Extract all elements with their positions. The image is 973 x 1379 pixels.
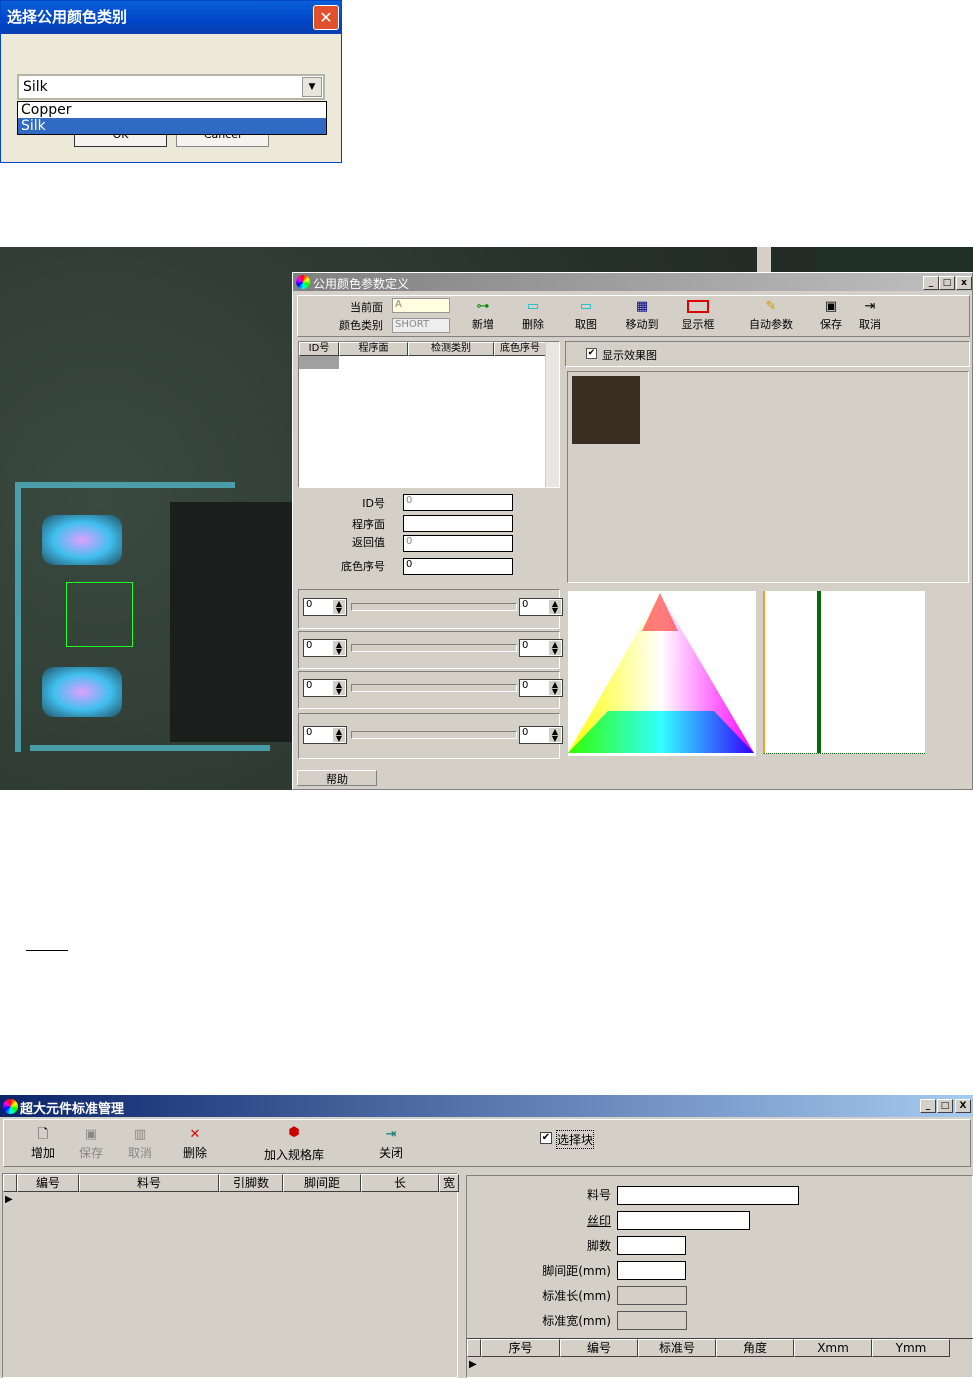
- min-spinner[interactable]: 0 ▲ ▼: [303, 598, 347, 616]
- close-toolbar-button[interactable]: ⇥ 关闭: [372, 1126, 410, 1161]
- max-spinner[interactable]: 0 ▲ ▼: [519, 598, 563, 616]
- dialog-title: 选择公用颜色类别: [1, 1, 341, 34]
- app-icon: [296, 275, 310, 289]
- maximize-button[interactable]: □: [937, 1099, 953, 1113]
- capture-button[interactable]: ▭ 取图: [566, 298, 606, 332]
- toolbar: 当前面 A 颜色类别 SHORT ⊶ 新增 ▭ 删除 ▭ 取图 ▦ 移动到 显示框 ✎ 自…: [297, 295, 970, 337]
- maximize-button[interactable]: □: [939, 276, 955, 290]
- cancel-button[interactable]: ▥ 取消: [121, 1126, 159, 1161]
- close-button[interactable]: x: [956, 276, 972, 290]
- add-button[interactable]: ⊶ 新增: [463, 298, 503, 332]
- pin-count-field[interactable]: [617, 1236, 686, 1255]
- slider-group-1: 0 ▲ ▼ 0 ▲ ▼: [298, 631, 563, 669]
- row-indicator-icon: ▶: [469, 1359, 477, 1370]
- exit-door-icon: ⇥: [385, 1127, 397, 1142]
- min-spinner[interactable]: 0 ▲ ▼: [303, 639, 347, 657]
- move-to-button[interactable]: ▦ 移动到: [620, 298, 664, 332]
- add-button[interactable]: 🗋 增加: [24, 1126, 62, 1161]
- effect-header: ✔ 显示效果图: [565, 341, 970, 367]
- floppy-icon: ▣: [824, 299, 838, 314]
- color-param-dialog: 公用颜色参数定义 _ □ x 当前面 A 颜色类别 SHORT ⊶ 新增 ▭ 删除 …: [292, 272, 973, 790]
- help-button[interactable]: 帮助: [297, 770, 377, 786]
- selection-box[interactable]: [66, 582, 133, 647]
- dropdown-list: Copper Silk: [17, 101, 327, 135]
- slider-group-2: 0 ▲ ▼ 0 ▲ ▼: [298, 671, 563, 709]
- wand-icon: ✎: [765, 299, 777, 314]
- cancel-icon: ▥: [133, 1127, 147, 1142]
- return-value-field[interactable]: 0: [403, 535, 513, 552]
- cancel-button[interactable]: ⇥ 取消: [853, 298, 887, 332]
- dialog-title: 公用颜色参数定义: [293, 273, 972, 291]
- program-side-field[interactable]: [403, 515, 513, 532]
- slider-group-0: 0 ▲ ▼ 0 ▲ ▼: [298, 589, 563, 629]
- slider-group-3: 0 ▲ ▼ 0 ▲ ▼: [298, 713, 563, 759]
- pin-pitch-field[interactable]: [617, 1261, 686, 1280]
- max-spinner[interactable]: 0 ▲ ▼: [519, 679, 563, 697]
- dialog-title: 超大元件标准管理: [0, 1095, 973, 1117]
- minimize-button[interactable]: _: [923, 276, 939, 290]
- id-field[interactable]: 0: [403, 494, 513, 511]
- histogram: [763, 591, 925, 754]
- move-icon: ▦: [635, 299, 649, 314]
- delete-button[interactable]: ▭ 删除: [513, 298, 553, 332]
- position-table: 序号 编号 标准号 角度 Xmm Ymm ▶: [467, 1338, 973, 1379]
- chevron-down-icon[interactable]: ▼: [302, 77, 322, 97]
- frame-icon: [676, 298, 720, 316]
- exit-door-icon: ⇥: [864, 299, 876, 314]
- app-icon: [3, 1099, 18, 1114]
- range-slider[interactable]: [351, 603, 517, 611]
- color-type-combo[interactable]: Silk ▼: [17, 74, 325, 100]
- auto-param-button[interactable]: ✎ 自动参数: [743, 298, 799, 332]
- range-slider[interactable]: [351, 684, 517, 692]
- part-number-field[interactable]: [617, 1186, 799, 1205]
- color-triangle[interactable]: [568, 591, 756, 756]
- delete-icon: ✕: [189, 1127, 201, 1142]
- color-type-select[interactable]: SHORT: [392, 318, 450, 333]
- floppy-icon: ▣: [84, 1127, 98, 1142]
- row-indicator-icon: ▶: [5, 1194, 13, 1205]
- new-file-icon: 🗋: [37, 1127, 49, 1142]
- option-copper[interactable]: Copper: [18, 102, 326, 118]
- save-button[interactable]: ▣ 保存: [72, 1126, 110, 1161]
- range-slider[interactable]: [351, 644, 517, 652]
- range-slider[interactable]: [351, 731, 517, 739]
- effect-preview: [567, 371, 969, 583]
- select-block-checkbox[interactable]: ✔: [540, 1132, 552, 1144]
- delete-button[interactable]: ✕ 删除: [176, 1126, 214, 1161]
- scrollbar[interactable]: [545, 342, 559, 487]
- divider: [26, 950, 68, 951]
- max-spinner[interactable]: 0 ▲ ▼: [519, 726, 563, 744]
- close-button[interactable]: ✕: [313, 5, 339, 30]
- color-table: ID号 程序面 检测类别 底色序号: [298, 341, 560, 488]
- close-button[interactable]: X: [955, 1099, 971, 1113]
- min-spinner[interactable]: 0 ▲ ▼: [303, 726, 347, 744]
- option-silk[interactable]: Silk: [18, 118, 326, 134]
- capture-icon: ▭: [579, 299, 593, 314]
- bg-index-select[interactable]: 0: [403, 558, 513, 575]
- max-spinner[interactable]: 0 ▲ ▼: [519, 639, 563, 657]
- tree-add-icon: ⊶: [476, 299, 490, 314]
- color-type-dialog: 选择公用颜色类别 ✕ OK Cancel Silk ▼ Copper Silk: [0, 0, 342, 163]
- combo-value: Silk: [23, 79, 48, 95]
- color-swatch: [572, 376, 640, 444]
- component-table: 编号 料号 引脚数 脚间距 长 宽 ▶: [2, 1173, 459, 1378]
- delete-icon: ▭: [526, 299, 540, 314]
- minimize-button[interactable]: _: [920, 1099, 936, 1113]
- silkscreen-field[interactable]: [617, 1211, 750, 1230]
- std-width-field[interactable]: [617, 1311, 687, 1330]
- show-effect-checkbox[interactable]: ✔: [586, 348, 597, 359]
- show-frame-button[interactable]: 显示框: [676, 298, 720, 332]
- min-spinner[interactable]: 0 ▲ ▼: [303, 679, 347, 697]
- std-length-field[interactable]: [617, 1286, 687, 1305]
- save-button[interactable]: ▣ 保存: [814, 298, 848, 332]
- library-icon: ⬢: [288, 1125, 300, 1140]
- toolbar: 🗋 增加 ▣ 保存 ▥ 取消 ✕ 删除 ⬢ 加入规格库 ⇥ 关闭 ✔ 选择块: [3, 1119, 971, 1167]
- detail-panel: 料号 丝印 脚数 脚间距(mm) 标准长(mm) 标准宽(mm) 序号 编号 标…: [466, 1175, 973, 1378]
- large-component-dialog: 超大元件标准管理 _ □ X 🗋 增加 ▣ 保存 ▥ 取消 ✕ 删除 ⬢ 加入规格库 ⇥ 关…: [0, 1095, 973, 1378]
- side-select[interactable]: A: [392, 298, 450, 313]
- add-to-spec-button[interactable]: ⬢ 加入规格库: [254, 1124, 334, 1163]
